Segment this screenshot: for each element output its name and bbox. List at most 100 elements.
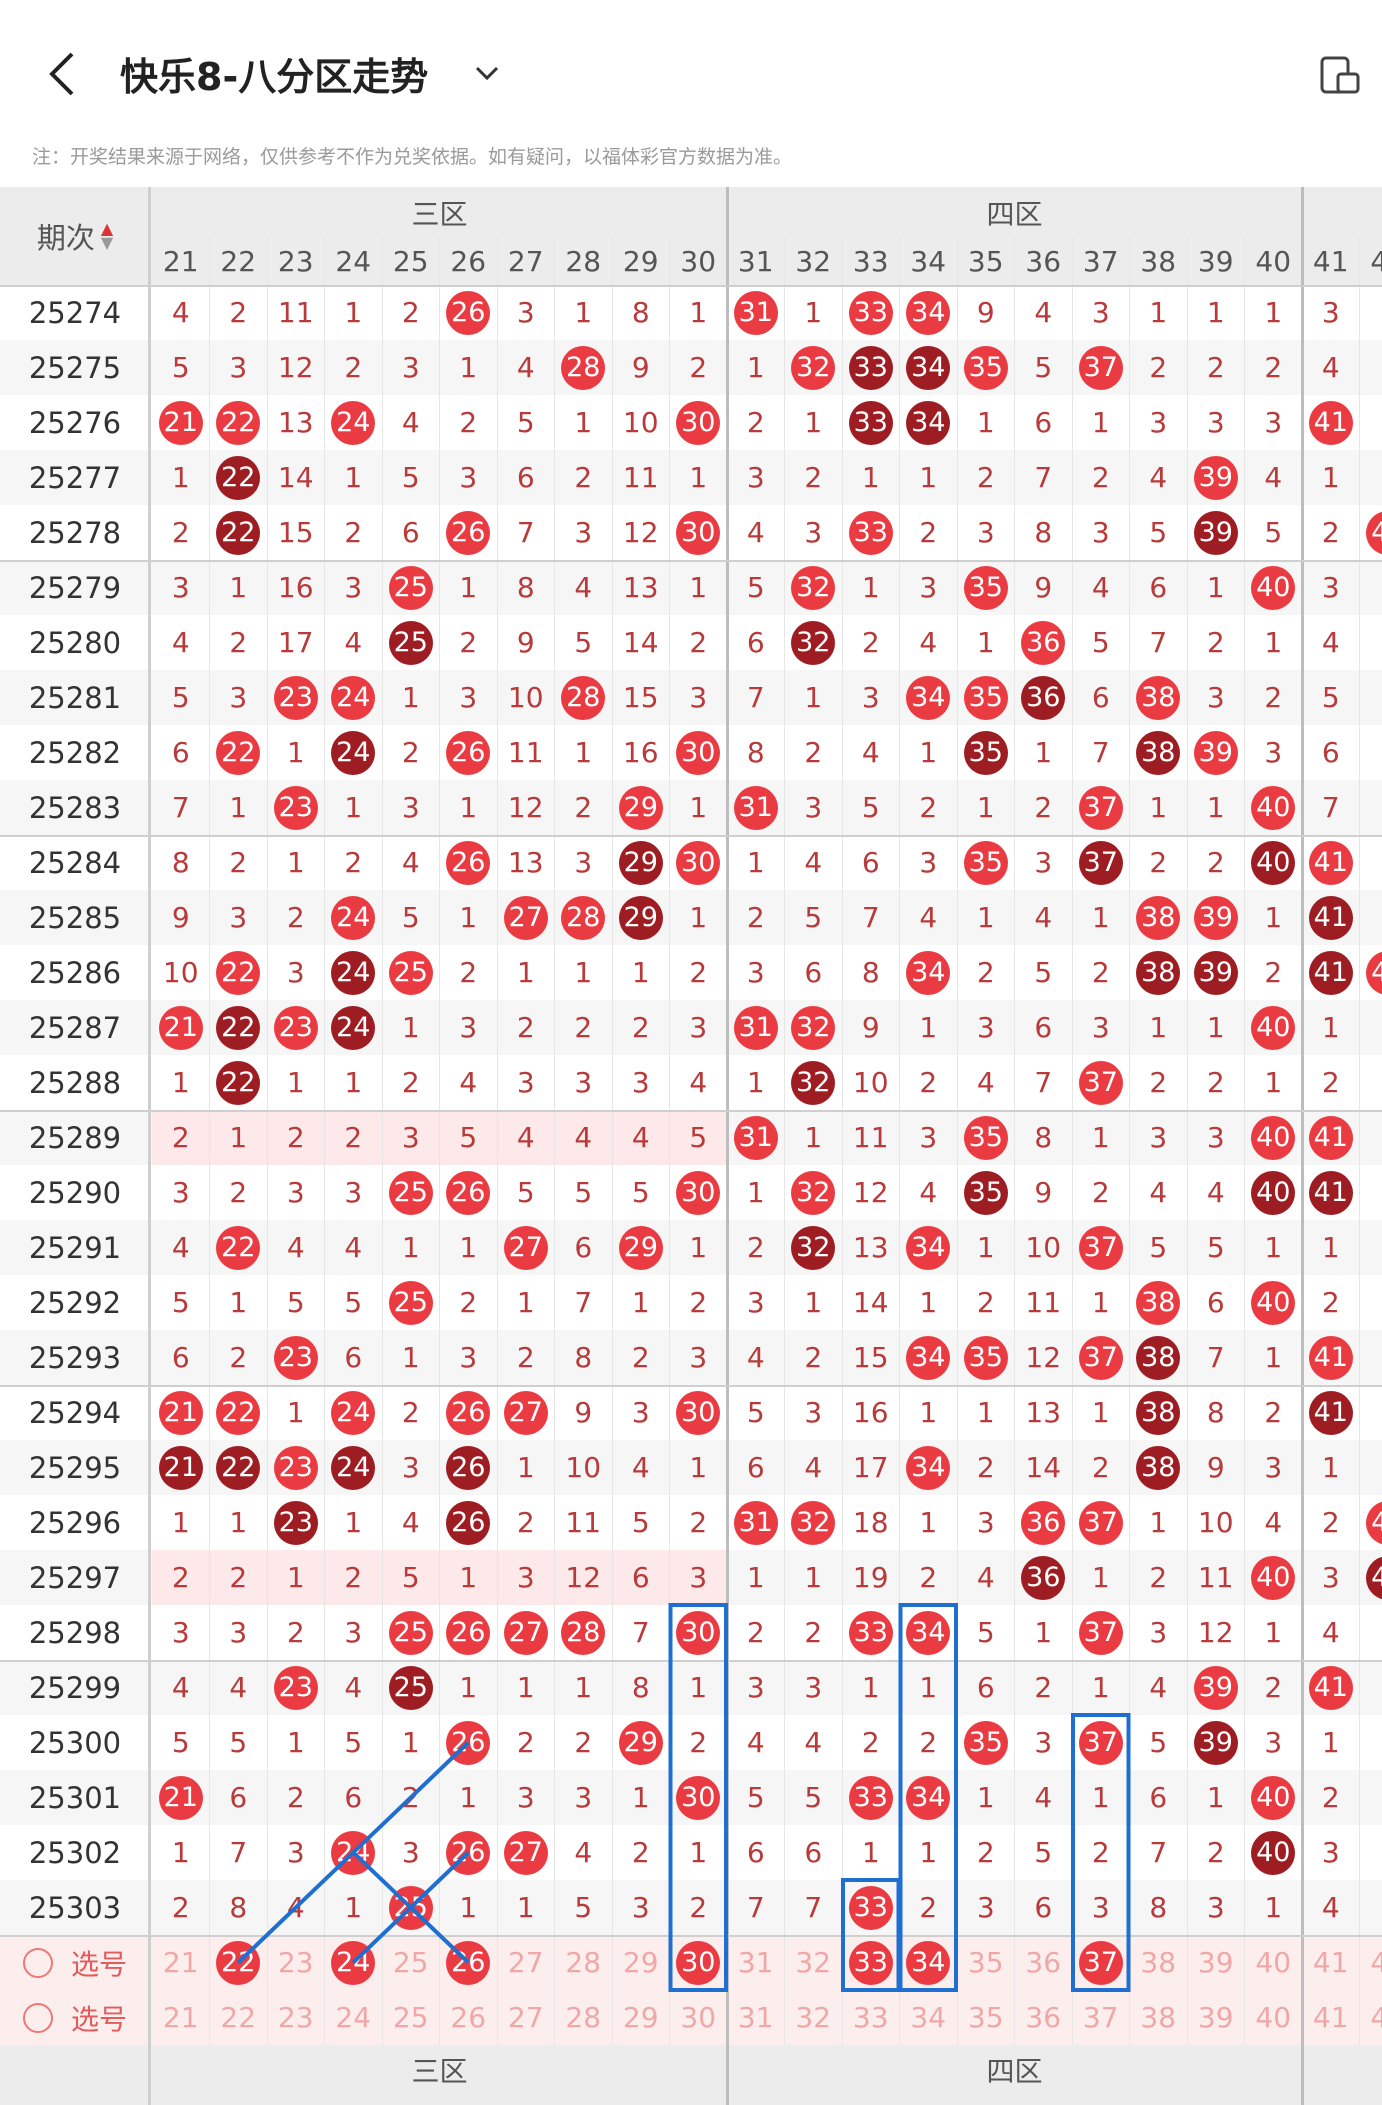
- pick-cell[interactable]: 35: [957, 1935, 1015, 1990]
- back-icon[interactable]: [44, 48, 84, 100]
- pick-cell[interactable]: 34: [900, 1935, 958, 1990]
- pick-number[interactable]: 37: [1083, 2001, 1119, 2034]
- pick-cell[interactable]: 21: [152, 1935, 210, 1990]
- miss-count: 6: [977, 1671, 995, 1704]
- pick-cell[interactable]: 36: [1015, 1990, 1073, 2045]
- picked-ball[interactable]: 33: [849, 1941, 893, 1985]
- pick-cell[interactable]: 31: [727, 1990, 785, 2045]
- pick-number[interactable]: 26: [450, 2001, 486, 2034]
- pick-cell[interactable]: 25: [382, 1935, 440, 1990]
- pick-number[interactable]: 32: [795, 2001, 831, 2034]
- pick-cell[interactable]: 33: [842, 1935, 900, 1990]
- pick-cell[interactable]: 40: [1245, 1935, 1303, 1990]
- select-row-label[interactable]: 选号: [0, 1935, 150, 1990]
- pick-cell[interactable]: 26: [440, 1935, 498, 1990]
- issue-header[interactable]: 期次▲▼: [0, 187, 150, 285]
- pick-cell[interactable]: 22: [210, 1935, 268, 1990]
- pick-number[interactable]: 25: [393, 2001, 429, 2034]
- pick-number[interactable]: 35: [968, 1946, 1004, 1979]
- pick-number[interactable]: 23: [278, 2001, 314, 2034]
- pick-cell[interactable]: 28: [555, 1935, 613, 1990]
- pick-cell[interactable]: 24: [325, 1935, 383, 1990]
- sort-icon[interactable]: ▲▼: [101, 222, 113, 250]
- picked-ball[interactable]: 34: [906, 1941, 950, 1985]
- pick-number[interactable]: 28: [565, 2001, 601, 2034]
- pick-number[interactable]: 36: [1025, 2001, 1061, 2034]
- pick-cell[interactable]: 26: [440, 1990, 498, 2045]
- pick-number[interactable]: 42: [1370, 1946, 1382, 1979]
- pick-cell[interactable]: 27: [497, 1990, 555, 2045]
- pick-cell[interactable]: 35: [957, 1990, 1015, 2045]
- pick-number[interactable]: 23: [278, 1946, 314, 1979]
- pick-cell[interactable]: 30: [670, 1935, 728, 1990]
- pick-number[interactable]: 41: [1313, 2001, 1349, 2034]
- pick-number[interactable]: 39: [1198, 2001, 1234, 2034]
- pick-cell[interactable]: 42: [1360, 1990, 1382, 2045]
- pick-cell[interactable]: 29: [612, 1935, 670, 1990]
- pick-cell[interactable]: 42: [1360, 1935, 1382, 1990]
- pick-cell[interactable]: 38: [1130, 1935, 1188, 1990]
- pick-number[interactable]: 40: [1255, 2001, 1291, 2034]
- pick-cell[interactable]: 30: [670, 1990, 728, 2045]
- pick-cell[interactable]: 22: [210, 1990, 268, 2045]
- pick-number[interactable]: 38: [1140, 2001, 1176, 2034]
- pick-cell[interactable]: 25: [382, 1990, 440, 2045]
- pick-number[interactable]: 30: [680, 2001, 716, 2034]
- chevron-down-icon[interactable]: [472, 58, 502, 88]
- pick-number[interactable]: 39: [1198, 1946, 1234, 1979]
- pick-number[interactable]: 21: [163, 2001, 199, 2034]
- pick-cell[interactable]: 21: [152, 1990, 210, 2045]
- pick-cell[interactable]: 38: [1130, 1990, 1188, 2045]
- pick-number[interactable]: 21: [163, 1946, 199, 1979]
- pick-cell[interactable]: 29: [612, 1990, 670, 2045]
- pick-cell[interactable]: 36: [1015, 1935, 1073, 1990]
- pick-number[interactable]: 27: [508, 2001, 544, 2034]
- pick-number[interactable]: 29: [623, 2001, 659, 2034]
- pick-cell[interactable]: 27: [497, 1935, 555, 1990]
- pick-number[interactable]: 41: [1313, 1946, 1349, 1979]
- picked-ball[interactable]: 24: [331, 1941, 375, 1985]
- pick-cell[interactable]: 39: [1187, 1990, 1245, 2045]
- pick-number[interactable]: 38: [1140, 1946, 1176, 1979]
- pick-cell[interactable]: 34: [900, 1990, 958, 2045]
- picked-ball[interactable]: 30: [676, 1941, 720, 1985]
- picked-ball[interactable]: 22: [216, 1941, 260, 1985]
- picked-ball[interactable]: 26: [446, 1941, 490, 1985]
- pick-number[interactable]: 31: [738, 2001, 774, 2034]
- pick-cell[interactable]: 24: [325, 1990, 383, 2045]
- pick-number[interactable]: 33: [853, 2001, 889, 2034]
- pick-cell[interactable]: 41: [1302, 1935, 1360, 1990]
- pick-cell[interactable]: 40: [1245, 1990, 1303, 2045]
- pick-cell[interactable]: 32: [785, 1990, 843, 2045]
- pick-number[interactable]: 40: [1255, 1946, 1291, 1979]
- pick-cell[interactable]: 39: [1187, 1935, 1245, 1990]
- pick-cell[interactable]: 23: [267, 1935, 325, 1990]
- pick-number[interactable]: 25: [393, 1946, 429, 1979]
- pick-number[interactable]: 42: [1370, 2001, 1382, 2034]
- radio-icon[interactable]: [23, 1948, 53, 1978]
- pick-number[interactable]: 28: [565, 1946, 601, 1979]
- pick-cell[interactable]: 32: [785, 1935, 843, 1990]
- pick-number[interactable]: 31: [738, 1946, 774, 1979]
- pick-cell[interactable]: 37: [1072, 1990, 1130, 2045]
- screen-rotate-icon[interactable]: [1318, 52, 1362, 96]
- radio-icon[interactable]: [23, 2003, 53, 2033]
- pick-number[interactable]: 29: [623, 1946, 659, 1979]
- pick-number[interactable]: 22: [220, 2001, 256, 2034]
- page-title[interactable]: 快乐8-八分区走势: [120, 46, 428, 101]
- pick-number[interactable]: 36: [1025, 1946, 1061, 1979]
- pick-cell[interactable]: 37: [1072, 1935, 1130, 1990]
- pick-cell[interactable]: 41: [1302, 1990, 1360, 2045]
- picked-ball[interactable]: 37: [1079, 1941, 1123, 1985]
- table-cell: 21: [152, 395, 210, 450]
- pick-number[interactable]: 32: [795, 1946, 831, 1979]
- pick-number[interactable]: 35: [968, 2001, 1004, 2034]
- pick-cell[interactable]: 28: [555, 1990, 613, 2045]
- pick-cell[interactable]: 23: [267, 1990, 325, 2045]
- pick-number[interactable]: 24: [335, 2001, 371, 2034]
- select-row-label[interactable]: 选号: [0, 1990, 150, 2045]
- pick-cell[interactable]: 33: [842, 1990, 900, 2045]
- pick-number[interactable]: 27: [508, 1946, 544, 1979]
- pick-number[interactable]: 34: [910, 2001, 946, 2034]
- pick-cell[interactable]: 31: [727, 1935, 785, 1990]
